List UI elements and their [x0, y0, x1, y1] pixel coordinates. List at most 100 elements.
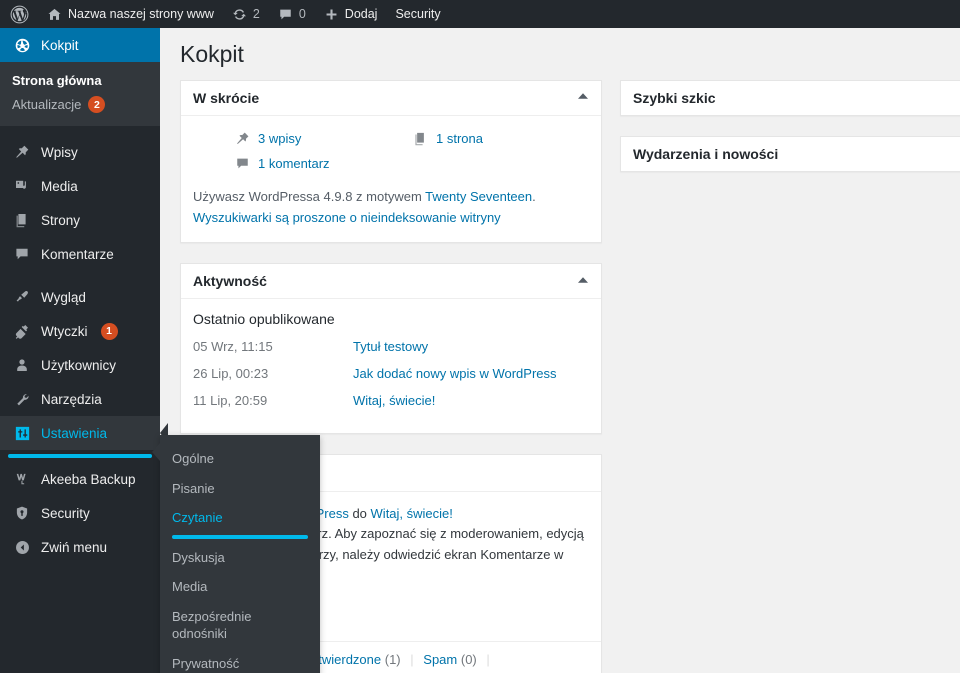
sidebar-subitem-aktualizacje[interactable]: Aktualizacje 2: [0, 92, 160, 117]
adminbar-updates[interactable]: 2: [223, 0, 269, 28]
activity-post-link[interactable]: Witaj, świecie!: [353, 393, 435, 409]
comment-post-link[interactable]: Witaj, świecie!: [371, 506, 453, 521]
comment-bubble-icon: [12, 244, 32, 264]
quick-draft-title: Szybki szkic: [633, 89, 716, 106]
sidebar-subitem-strona-glowna[interactable]: Strona główna: [0, 69, 160, 92]
chevron-up-icon[interactable]: [577, 276, 589, 287]
pages-icon: [411, 131, 429, 146]
flyout-item-media[interactable]: Media: [160, 572, 320, 602]
adminbar-site-name[interactable]: Nazwa naszej strony www: [38, 0, 223, 28]
theme-link[interactable]: Twenty Seventeen: [425, 189, 532, 204]
sidebar-item-kokpit[interactable]: Kokpit: [0, 28, 168, 62]
activity-title: Aktywność: [193, 273, 267, 290]
flyout-item-label: Prywatność: [172, 655, 240, 671]
appearance-brush-icon: [12, 287, 32, 307]
page-title: Kokpit: [180, 41, 244, 67]
sidebar-item-strony[interactable]: Strony: [0, 203, 160, 237]
flyout-item-ogolne[interactable]: Ogólne: [160, 444, 320, 474]
flyout-item-prywatnosc[interactable]: Prywatność: [160, 649, 320, 673]
sidebar-item-wpisy[interactable]: Wpisy: [0, 135, 160, 169]
menu-separator: [0, 126, 160, 135]
adminbar-wordpress-logo[interactable]: [0, 0, 38, 28]
filter-approved-count: (1): [384, 651, 401, 667]
dashboard-icon: [12, 35, 32, 55]
sidebar-item-uzytkownicy[interactable]: Użytkownicy: [0, 348, 160, 382]
sidebar-item-akeeba-backup[interactable]: Akeeba Backup: [0, 462, 160, 496]
adminbar-new-content-label: Dodaj: [344, 7, 378, 21]
version-prefix: Używasz WordPressa 4.9.8 z motywem: [193, 188, 426, 204]
at-a-glance-title: W skrócie: [193, 89, 260, 106]
sidebar-item-collapse-menu[interactable]: Zwiń menu: [0, 530, 160, 564]
flyout-item-label: Ogólne: [172, 451, 214, 466]
adminbar-security[interactable]: Security: [386, 0, 449, 28]
events-and-news-title: Wydarzenia i nowości: [633, 145, 779, 162]
updates-badge: 2: [88, 96, 106, 113]
sidebar-item-wtyczki[interactable]: Wtyczki 1: [0, 314, 160, 348]
events-and-news-panel: Wydarzenia i nowości: [620, 135, 960, 172]
filter-separator: |: [410, 651, 414, 667]
comment-bubble-icon: [278, 7, 293, 22]
flyout-item-dyskusja[interactable]: Dyskusja: [160, 543, 320, 573]
adminbar-comments-count: 0: [298, 7, 306, 21]
filter-separator: |: [486, 651, 490, 667]
sidebar-item-label: Strony: [41, 212, 81, 228]
plugins-update-badge: 1: [100, 322, 118, 340]
sidebar-item-ustawienia[interactable]: Ustawienia: [0, 416, 168, 450]
sidebar-item-narzedzia[interactable]: Narzędzia: [0, 382, 160, 416]
sidebar-item-label: Komentarze: [41, 246, 114, 262]
sidebar-item-wyglad[interactable]: Wygląd: [0, 280, 160, 314]
comment-bubble-icon: [233, 156, 251, 171]
wordpress-logo-icon: [10, 5, 29, 24]
flyout-focus-underline: [172, 534, 308, 539]
at-a-glance-header[interactable]: W skrócie: [181, 81, 601, 116]
at-a-glance-comments-link[interactable]: 1 komentarz: [258, 156, 330, 171]
sidebar-item-label: Zwiń menu: [41, 539, 108, 555]
settings-flyout-submenu: Ogólne Pisanie Czytanie Dyskusja Media B…: [152, 435, 320, 673]
table-row: 11 Lip, 20:59 Witaj, świecie!: [193, 393, 589, 409]
activity-body: Ostatnio opublikowane 05 Wrz, 11:15 Tytu…: [181, 299, 601, 433]
flyout-item-pisanie[interactable]: Pisanie: [160, 474, 320, 504]
wrench-icon: [12, 389, 32, 409]
activity-post-link[interactable]: Jak dodać nowy wpis w WordPress: [353, 366, 557, 382]
flyout-item-label: Dyskusja: [172, 549, 225, 565]
flyout-arrow-icon: [152, 443, 160, 461]
sidebar-item-komentarze[interactable]: Komentarze: [0, 237, 160, 271]
version-suffix: .: [532, 188, 536, 204]
adminbar-new-content[interactable]: Dodaj: [315, 0, 387, 28]
flyout-item-label: Czytanie: [172, 510, 223, 526]
sidebar-subitem-label: Strona główna: [12, 73, 102, 88]
sidebar-item-label: Akeeba Backup: [41, 471, 136, 487]
list-item[interactable]: 1 komentarz: [233, 153, 411, 178]
events-and-news-header[interactable]: Wydarzenia i nowości: [621, 137, 960, 171]
chevron-up-icon[interactable]: [577, 92, 589, 103]
active-menu-wedge: [160, 28, 168, 62]
activity-panel: Aktywność Ostatnio opublikowane 05 Wrz, …: [180, 263, 602, 435]
menu-separator: [0, 271, 160, 280]
at-a-glance-pages-link[interactable]: 1 strona: [436, 131, 483, 146]
sidebar-item-security[interactable]: Security: [0, 496, 160, 530]
adminbar-comments[interactable]: 0: [269, 0, 315, 28]
pin-icon: [233, 131, 251, 146]
sidebar-item-label: Wtyczki: [41, 323, 88, 339]
table-row: 05 Wrz, 11:15 Tytuł testowy: [193, 339, 589, 355]
at-a-glance-posts-link[interactable]: 3 wpisy: [258, 131, 301, 146]
sidebar-item-media[interactable]: Media: [0, 169, 160, 203]
sidebar-item-label: Użytkownicy: [41, 357, 117, 373]
flyout-item-bezposrednie-odnosniki[interactable]: Bezpośrednie odnośniki: [160, 602, 320, 649]
activity-post-link[interactable]: Tytuł testowy: [353, 339, 428, 355]
flyout-item-czytanie[interactable]: Czytanie: [160, 503, 320, 533]
version-theme-line: Używasz WordPressa 4.9.8 z motywem Twent…: [193, 184, 589, 208]
search-engine-notice-link[interactable]: Wyszukiwarki są proszone o nieindeksowan…: [193, 210, 501, 225]
table-row: 26 Lip, 00:23 Jak dodać nowy wpis w Word…: [193, 366, 589, 382]
list-item[interactable]: 3 wpisy: [233, 128, 411, 153]
sidebar-item-label: Wygląd: [41, 289, 86, 305]
quick-draft-panel: Szybki szkic: [620, 79, 960, 116]
sidebar-item-label: Ustawienia: [41, 425, 108, 441]
quick-draft-header[interactable]: Szybki szkic: [621, 81, 960, 115]
filter-spam-link[interactable]: Spam: [423, 652, 457, 667]
at-a-glance-panel: W skrócie 3 wpisy 1 strona 1 komentarz U…: [180, 79, 602, 244]
sidebar-subitem-label: Aktualizacje: [12, 97, 82, 112]
sidebar-item-label: Security: [41, 505, 90, 521]
activity-header[interactable]: Aktywność: [181, 264, 601, 300]
list-item[interactable]: 1 strona: [411, 128, 589, 153]
